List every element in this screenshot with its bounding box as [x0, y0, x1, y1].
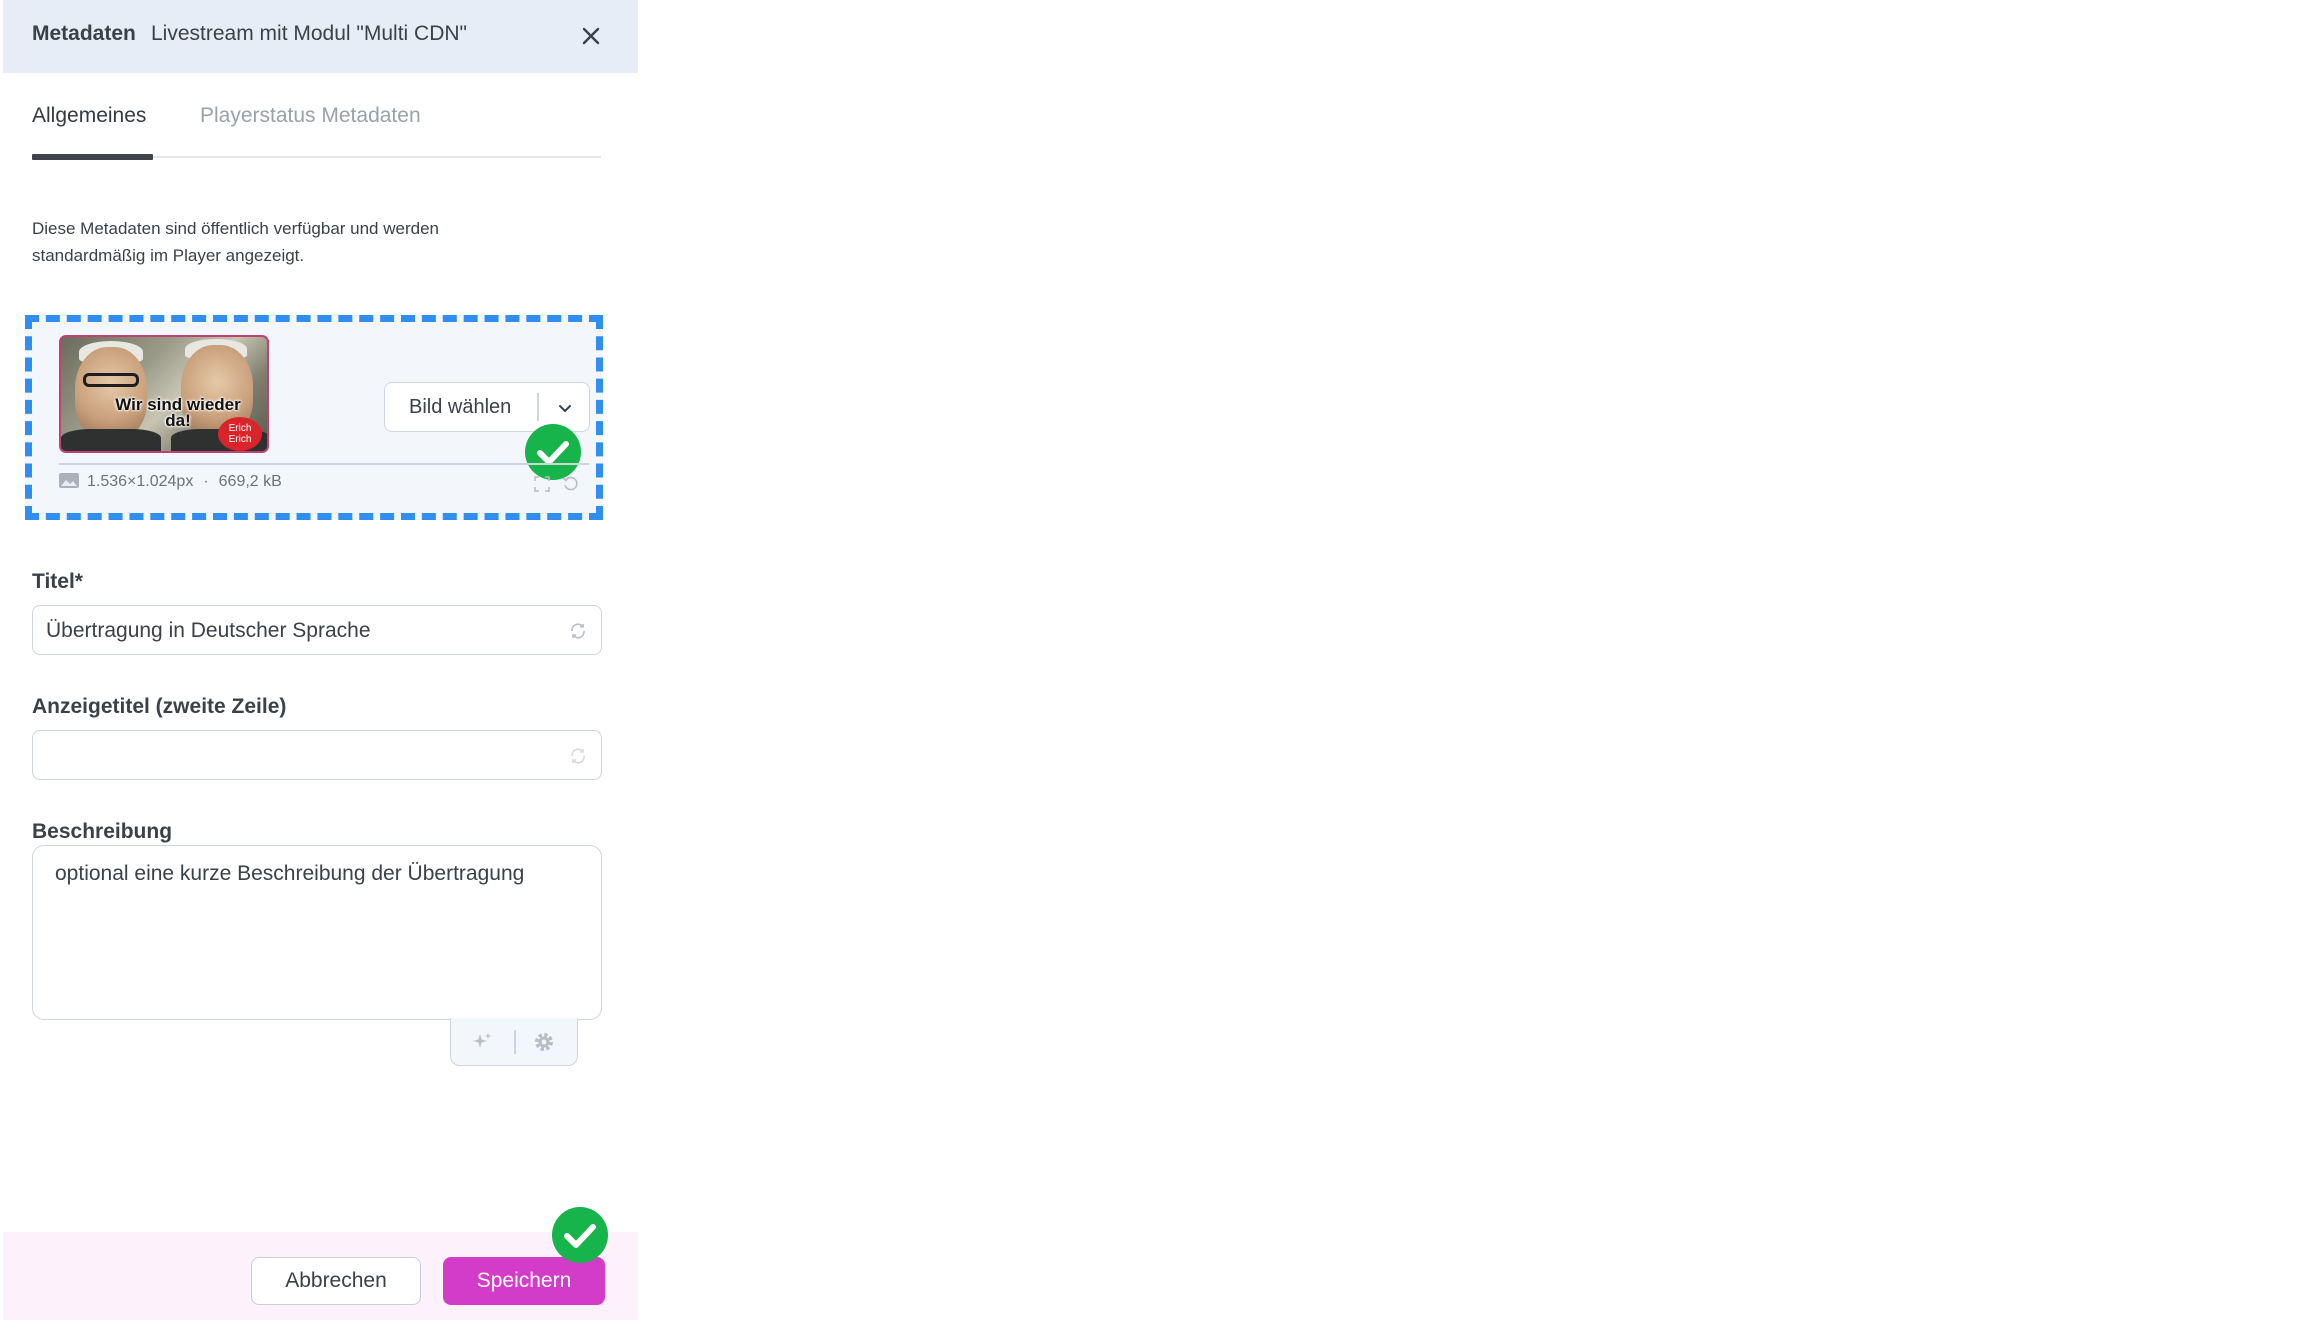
metadata-panel: Metadaten Livestream mit Modul "Multi CD… — [3, 0, 638, 1320]
tab-allgemeines[interactable]: Allgemeines — [32, 104, 146, 128]
panel-subtitle: Livestream mit Modul "Multi CDN" — [151, 22, 467, 45]
meta-separator: · — [203, 473, 209, 490]
image-thumbnail[interactable]: Wir sind wieder da! Erich Erich — [59, 335, 269, 453]
button-divider — [537, 393, 539, 421]
display-title-input[interactable] — [32, 730, 602, 780]
description-textarea[interactable]: optional eine kurze Beschreibung der Übe… — [32, 845, 602, 1020]
ai-tools-bar — [450, 1018, 578, 1066]
choose-image-label: Bild wählen — [409, 396, 512, 418]
thumbnail-detail — [83, 373, 139, 387]
panel-footer: Abbrechen Speichern — [3, 1207, 638, 1320]
gear-icon[interactable] — [533, 1031, 555, 1053]
image-picker: Wir sind wieder da! Erich Erich Bild wäh… — [25, 315, 603, 520]
image-divider — [59, 463, 589, 465]
image-file-size: 669,2 kB — [218, 473, 282, 490]
title-input-value: Übertragung in Deutscher Sprache — [46, 619, 371, 642]
reset-icon[interactable] — [562, 475, 580, 493]
description-label: Beschreibung — [32, 820, 173, 843]
info-text: Diese Metadaten sind öffentlich verfügba… — [32, 219, 439, 265]
check-circle-icon — [552, 1207, 608, 1263]
image-dimensions: 1.536×1.024px — [87, 473, 194, 490]
sync-icon[interactable] — [569, 622, 587, 640]
panel-header: Metadaten Livestream mit Modul "Multi CD… — [3, 0, 638, 73]
description-value: optional eine kurze Beschreibung der Übe… — [55, 862, 525, 885]
thumbnail-badge: Erich Erich — [218, 417, 262, 451]
title-label: Titel* — [32, 570, 83, 593]
active-tab-indicator — [32, 154, 153, 160]
thumbnail-detail — [61, 429, 161, 451]
save-button[interactable]: Speichern — [443, 1257, 605, 1305]
title-input[interactable]: Übertragung in Deutscher Sprache — [32, 605, 602, 655]
check-circle-icon — [525, 424, 581, 480]
sync-icon[interactable] — [569, 747, 587, 765]
cancel-button[interactable]: Abbrechen — [251, 1257, 421, 1305]
chevron-down-icon[interactable] — [555, 398, 575, 418]
close-icon[interactable] — [577, 22, 605, 50]
tab-playerstatus-metadaten[interactable]: Playerstatus Metadaten — [200, 104, 421, 128]
image-icon — [59, 473, 79, 488]
image-picker-content: Wir sind wieder da! Erich Erich Bild wäh… — [36, 326, 592, 509]
fullscreen-icon[interactable] — [533, 475, 551, 493]
tools-divider — [514, 1030, 516, 1054]
image-meta: 1.536×1.024px · 669,2 kB — [59, 473, 282, 491]
sparkle-icon[interactable] — [471, 1031, 493, 1053]
panel-title: Metadaten — [32, 22, 136, 45]
tab-bar: Allgemeines Playerstatus Metadaten — [32, 94, 601, 160]
display-title-label: Anzeigetitel (zweite Zeile) — [32, 695, 287, 718]
